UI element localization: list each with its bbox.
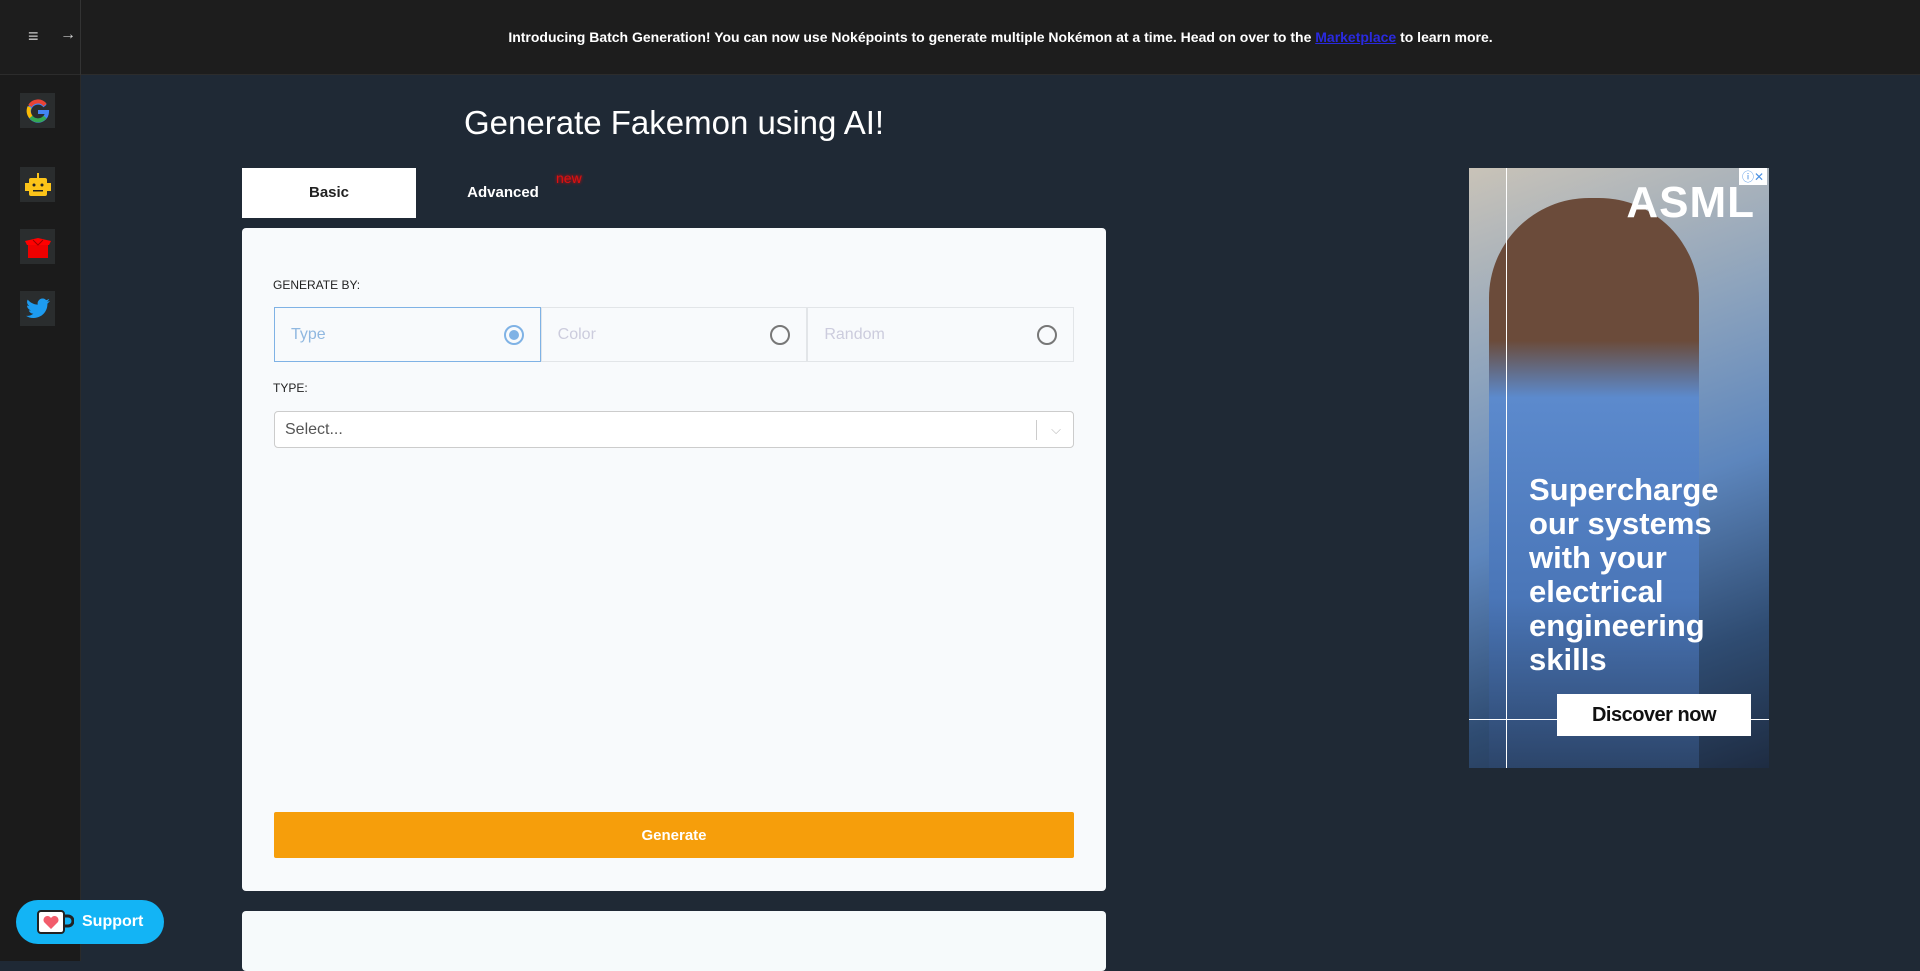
new-badge: new	[556, 170, 582, 186]
coffee-mug-heart-icon	[37, 910, 74, 934]
chevron-down-icon[interactable]: ⌵	[1051, 412, 1061, 447]
select-placeholder: Select...	[285, 421, 343, 438]
option-type[interactable]: Type	[274, 307, 541, 362]
results-card	[242, 911, 1106, 971]
option-color[interactable]: Color	[540, 307, 808, 362]
ad-line	[1506, 168, 1507, 768]
page-title: Generate Fakemon using AI!	[464, 104, 885, 141]
twitter-icon	[25, 297, 50, 318]
option-random[interactable]: Random	[807, 307, 1075, 362]
select-divider	[1036, 420, 1037, 440]
option-label: Random	[824, 326, 885, 343]
google-icon	[26, 98, 49, 123]
option-label: Color	[557, 326, 596, 343]
generate-button[interactable]: Generate	[274, 812, 1074, 858]
gift-box-icon	[24, 237, 51, 258]
radio-icon	[770, 325, 791, 345]
announcement-banner: Introducing Batch Generation! You can no…	[0, 0, 1920, 75]
announcement-text: Introducing Batch Generation! You can no…	[81, 0, 1920, 75]
announcement-text-start: Introducing Batch Generation! You can no…	[508, 29, 1312, 45]
type-label: TYPE:	[273, 381, 308, 395]
support-label: Support	[82, 913, 144, 930]
ad-cta-button[interactable]: Discover now	[1557, 694, 1751, 736]
generate-by-label: GENERATE BY:	[273, 278, 361, 292]
radio-icon	[1037, 325, 1058, 345]
tab-basic[interactable]: Basic	[242, 168, 416, 218]
marketplace-link[interactable]: Marketplace	[1315, 29, 1396, 45]
ad-logo: ASML	[1626, 178, 1755, 227]
generate-form-card: GENERATE BY: Type Color Random TYPE: Sel…	[242, 228, 1106, 891]
radio-selected-icon	[503, 325, 524, 345]
sidebar-controls: ≡ →	[0, 0, 81, 75]
type-select[interactable]: Select... ⌵	[274, 411, 1074, 448]
ad-headline: Supercharge our systems with your electr…	[1529, 472, 1719, 677]
generate-by-options: Type Color Random	[274, 307, 1075, 362]
option-label: Type	[291, 326, 326, 343]
sidebar-item-twitter[interactable]	[20, 291, 55, 326]
sidebar-item-robot[interactable]	[20, 167, 55, 202]
arrow-right-icon[interactable]: →	[60, 26, 76, 44]
sidebar-item-google[interactable]	[20, 93, 55, 128]
ad-choices-close-icon[interactable]: ⓘ✕	[1738, 168, 1767, 185]
robot-icon	[24, 172, 51, 196]
support-button[interactable]: Support	[16, 900, 164, 944]
advertisement[interactable]: ASML ⓘ✕ Supercharge our systems with you…	[1469, 168, 1769, 768]
hamburger-icon[interactable]: ≡	[28, 26, 39, 47]
tab-advanced[interactable]: Advanced	[440, 168, 566, 218]
sidebar-item-gift[interactable]	[20, 229, 55, 264]
sidebar	[0, 75, 81, 961]
announcement-text-end: to learn more.	[1400, 29, 1493, 45]
